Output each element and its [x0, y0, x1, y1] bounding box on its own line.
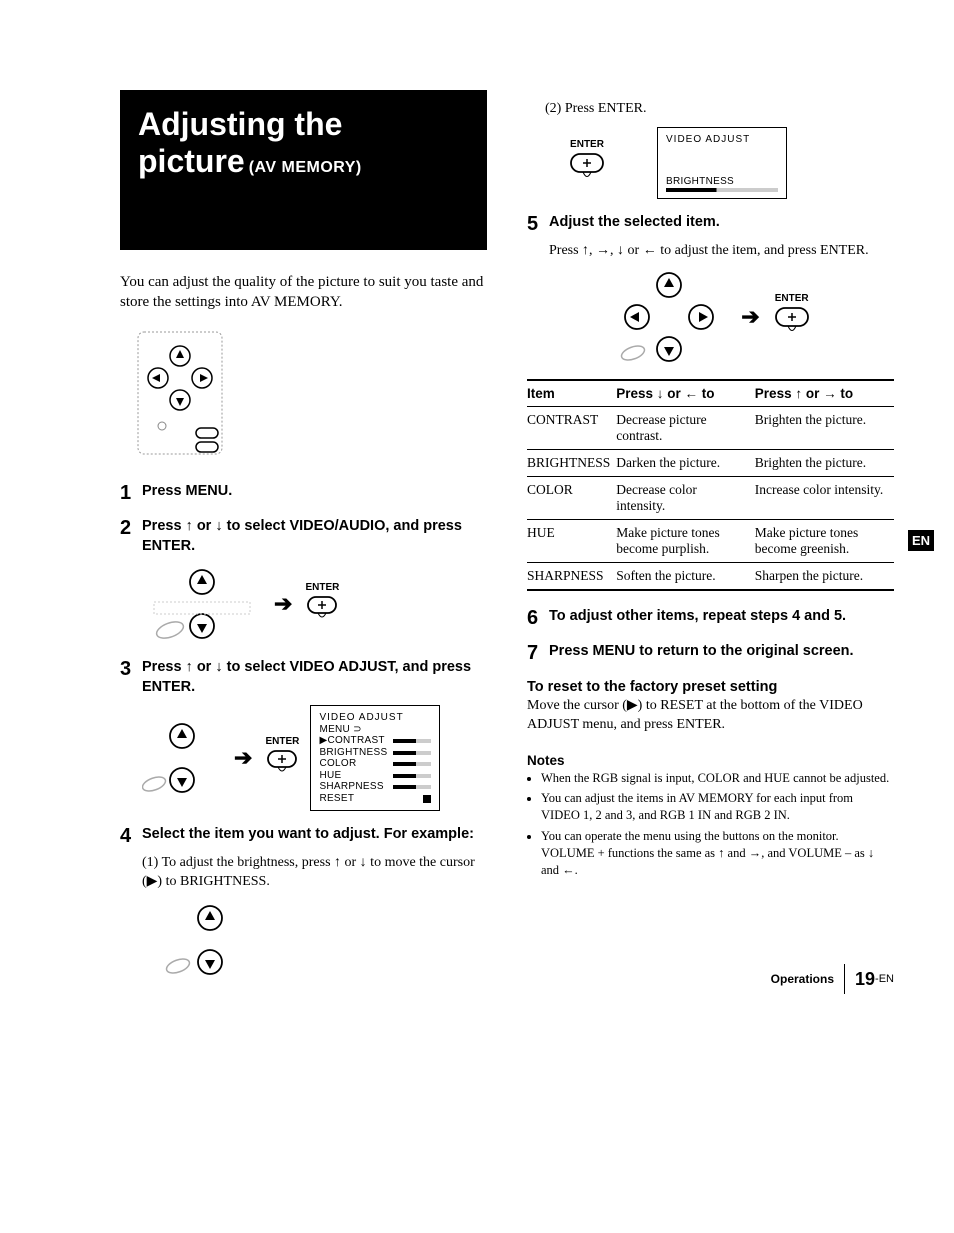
step-4: 4 Select the item you want to adjust. Fo…: [120, 825, 487, 848]
note-item: You can operate the menu using the butto…: [541, 828, 894, 879]
step-2-figure: ➔ ENTER: [142, 564, 487, 644]
page-footer: Operations 19-EN: [771, 964, 894, 994]
reset-body: Move the cursor (▶) to RESET at the bott…: [527, 697, 894, 735]
osd-brightness-box: VIDEO ADJUST BRIGHTNESS: [657, 127, 787, 199]
step-5-text: Adjust the selected item.: [549, 213, 720, 233]
note-item: When the RGB signal is input, COLOR and …: [541, 770, 894, 787]
enter-label: ENTER: [305, 583, 339, 593]
step-2: 2 Press ↑ or ↓ to select VIDEO/AUDIO, an…: [120, 517, 487, 556]
arrow-icon: ➔: [741, 304, 759, 330]
table-head-decrease: Press ↓ or ← to: [616, 380, 755, 407]
table-row: BRIGHTNESSDarken the picture.Brighten th…: [527, 449, 894, 476]
step-6-text: To adjust other items, repeat steps 4 an…: [549, 607, 846, 627]
step-1-number: 1: [120, 482, 142, 505]
osd-item: ▶CONTRAST: [319, 735, 384, 747]
step-3-text: Press ↑ or ↓ to select VIDEO ADJUST, and…: [142, 658, 487, 697]
osd-title: VIDEO ADJUST: [319, 712, 431, 724]
step-2-number: 2: [120, 517, 142, 540]
osd-menu-box: VIDEO ADJUST MENU ⊃ ▶CONTRAST BRIGHTNESS…: [310, 705, 440, 811]
osd-item: HUE: [319, 770, 341, 782]
step-3-figure: ➔ ENTER VIDEO ADJUST MENU ⊃ ▶CONTRAST BR…: [142, 705, 487, 811]
step-3: 3 Press ↑ or ↓ to select VIDEO ADJUST, a…: [120, 658, 487, 697]
right-column: (2) Press ENTER. ENTER VIDEO ADJUST BRIG…: [527, 90, 894, 994]
table-head-increase: Press ↑ or → to: [755, 380, 894, 407]
adjustment-table: Item Press ↓ or ← to Press ↑ or → to CON…: [527, 379, 894, 591]
arrow-icon: ➔: [234, 745, 252, 771]
enter-label: ENTER: [265, 737, 299, 747]
title-box: Adjusting the picture (AV MEMORY): [120, 90, 487, 250]
osd-item: BRIGHTNESS: [666, 176, 778, 188]
step-7-text: Press MENU to return to the original scr…: [549, 642, 854, 662]
title-sub: (AV MEMORY): [249, 159, 362, 176]
step-4-number: 4: [120, 825, 142, 848]
intro-text: You can adjust the quality of the pictur…: [120, 272, 487, 313]
step-6-number: 6: [527, 607, 549, 630]
notes-heading: Notes: [527, 753, 894, 768]
enter-label: ENTER: [775, 294, 809, 304]
enter-label: ENTER: [570, 140, 604, 150]
osd-menu-label: MENU ⊃: [319, 724, 431, 736]
step-5-body: Press ↑, →, ↓ or ← to adjust the item, a…: [549, 242, 894, 261]
enter-button-figure: ENTER: [772, 294, 812, 340]
step-7: 7 Press MENU to return to the original s…: [527, 642, 894, 665]
step-4-sub2: (2) Press ENTER.: [545, 100, 894, 119]
osd-item: BRIGHTNESS: [319, 747, 387, 759]
footer-page-number: 19: [855, 969, 875, 990]
step-5-figure: ➔ ENTER: [527, 269, 894, 365]
note-item: You can adjust the items in AV MEMORY fo…: [541, 790, 894, 824]
title-line1: Adjusting the: [138, 106, 469, 143]
language-tab: EN: [908, 530, 934, 551]
table-row: CONTRASTDecrease picture contrast.Bright…: [527, 406, 894, 449]
footer-page-suffix: -EN: [875, 973, 894, 985]
step-2-text: Press ↑ or ↓ to select VIDEO/AUDIO, and …: [142, 517, 487, 556]
notes-list: When the RGB signal is input, COLOR and …: [527, 770, 894, 879]
enter-button-figure: ENTER: [264, 737, 300, 779]
remote-figure: [120, 328, 487, 458]
table-row: COLORDecrease color intensity.Increase c…: [527, 476, 894, 519]
step-4-figure: [160, 900, 487, 980]
step-6: 6 To adjust other items, repeat steps 4 …: [527, 607, 894, 630]
osd-item: SHARPNESS: [319, 781, 383, 793]
enter-button-figure: ENTER: [304, 583, 340, 625]
step-3-number: 3: [120, 658, 142, 681]
step-1-text: Press MENU.: [142, 482, 232, 502]
step-1: 1 Press MENU.: [120, 482, 487, 505]
step-5-number: 5: [527, 213, 549, 236]
osd-item: COLOR: [319, 758, 356, 770]
enter-button-figure: ENTER: [567, 140, 607, 186]
reset-heading: To reset to the factory preset setting: [527, 679, 894, 695]
step-4-sub1: (1) To adjust the brightness, press ↑ or…: [142, 854, 487, 892]
left-column: Adjusting the picture (AV MEMORY) You ca…: [120, 90, 487, 994]
table-head-item: Item: [527, 380, 616, 407]
osd-item: RESET: [319, 793, 354, 805]
step-4b-figure: ENTER VIDEO ADJUST BRIGHTNESS: [567, 127, 894, 199]
step-7-number: 7: [527, 642, 549, 665]
osd-title: VIDEO ADJUST: [666, 134, 778, 146]
table-row: SHARPNESSSoften the picture.Sharpen the …: [527, 562, 894, 590]
footer-section: Operations: [771, 972, 834, 986]
step-4-text: Select the item you want to adjust. For …: [142, 825, 474, 845]
arrow-icon: ➔: [274, 591, 292, 617]
table-row: HUEMake picture tones become purplish.Ma…: [527, 519, 894, 562]
title-line2: picture: [138, 143, 245, 179]
step-5: 5 Adjust the selected item.: [527, 213, 894, 236]
